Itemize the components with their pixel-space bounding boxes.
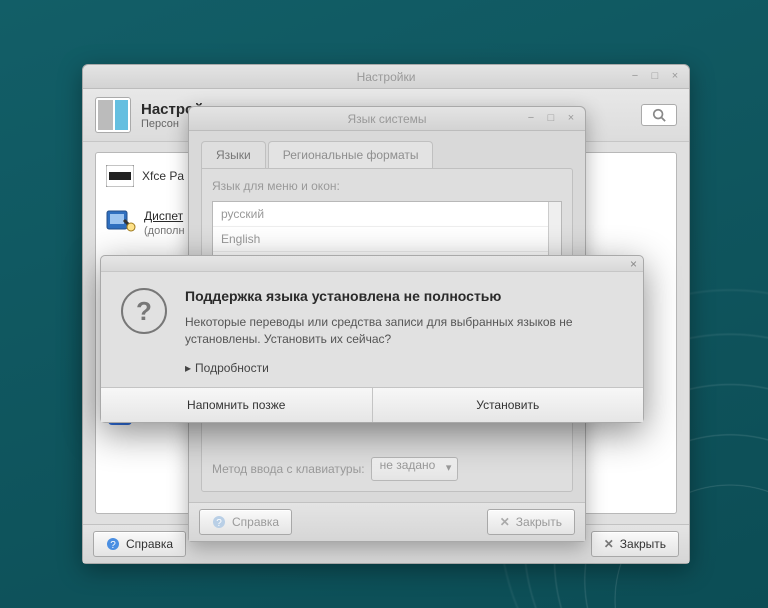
settings-app-icon (95, 97, 131, 133)
category-label: Диспет (144, 209, 183, 223)
language-list-item[interactable]: English (213, 227, 561, 252)
button-label: Закрыть (620, 537, 666, 551)
minimize-button[interactable]: − (523, 110, 539, 126)
help-icon: ? (212, 515, 226, 529)
button-label: Справка (126, 537, 173, 551)
dialog-heading: Поддержка языка установлена не полностью (185, 288, 623, 304)
dialog-titlebar[interactable]: × (101, 256, 643, 272)
scrollbar[interactable] (548, 202, 561, 258)
display-settings-icon (106, 210, 136, 236)
language-list[interactable]: русский English (212, 201, 562, 259)
close-icon: ✕ (500, 515, 510, 529)
help-icon: ? (106, 537, 120, 551)
minimize-button[interactable]: − (627, 68, 643, 84)
chevron-right-icon: ▸ (185, 361, 191, 375)
close-button[interactable]: × (667, 68, 683, 84)
panel-icon (106, 165, 134, 187)
details-label: Подробности (195, 361, 269, 375)
language-title: Язык системы (348, 112, 427, 126)
button-label: Закрыть (516, 515, 562, 529)
settings-title: Настройки (357, 70, 416, 84)
keyboard-method-combo[interactable]: не задано (371, 457, 459, 481)
language-tabs: Языки Региональные форматы (189, 131, 585, 168)
maximize-button[interactable]: □ (647, 68, 663, 84)
close-language-button[interactable]: ✕ Закрыть (487, 509, 575, 535)
install-button[interactable]: Установить (373, 388, 644, 422)
keyboard-method-label: Метод ввода с клавиатуры: (212, 462, 365, 476)
close-settings-button[interactable]: ✕ Закрыть (591, 531, 679, 557)
dialog-body: ? Поддержка языка установлена не полност… (101, 272, 643, 387)
language-support-dialog: × ? Поддержка языка установлена не полно… (100, 255, 644, 423)
help-button[interactable]: ? Справка (199, 509, 292, 535)
svg-text:?: ? (110, 540, 116, 551)
dialog-message: Некоторые переводы или средства записи д… (185, 314, 623, 349)
dialog-button-row: Напомнить позже Установить (101, 387, 643, 422)
maximize-button[interactable]: □ (543, 110, 559, 126)
language-footer: ? Справка ✕ Закрыть (189, 502, 585, 541)
close-button[interactable]: × (563, 110, 579, 126)
remind-later-button[interactable]: Напомнить позже (101, 388, 373, 422)
language-titlebar[interactable]: Язык системы − □ × (189, 107, 585, 131)
language-list-item[interactable]: русский (213, 202, 561, 227)
category-label: Xfce Pa (142, 169, 184, 183)
question-icon: ? (121, 288, 167, 334)
help-button[interactable]: ? Справка (93, 531, 186, 557)
menu-language-label: Язык для меню и окон: (212, 179, 562, 193)
tab-languages[interactable]: Языки (201, 141, 266, 168)
search-icon (652, 108, 666, 122)
details-disclosure[interactable]: ▸ Подробности (185, 361, 623, 375)
settings-titlebar[interactable]: Настройки − □ × (83, 65, 689, 89)
dialog-close-button[interactable]: × (630, 257, 637, 271)
search-input[interactable] (641, 104, 677, 126)
tab-regional-formats[interactable]: Региональные форматы (268, 141, 434, 168)
category-sublabel: (дополн (144, 225, 185, 237)
keyboard-method-row: Метод ввода с клавиатуры: не задано (212, 457, 562, 481)
close-icon: ✕ (604, 537, 614, 551)
button-label: Справка (232, 515, 279, 529)
svg-text:?: ? (216, 518, 222, 529)
